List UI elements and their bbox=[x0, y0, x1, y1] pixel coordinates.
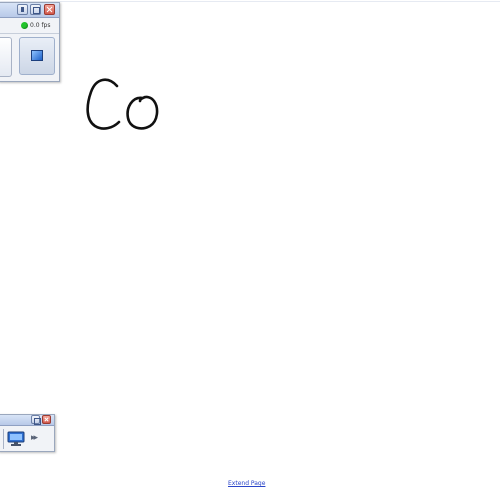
bottom-toolbar-titlebar[interactable] bbox=[0, 415, 54, 426]
close-icon[interactable] bbox=[44, 4, 55, 15]
recorder-titlebar[interactable] bbox=[0, 3, 59, 18]
bottom-toolbar-window[interactable]: ▸▸ bbox=[0, 414, 55, 452]
top-border-line bbox=[0, 1, 500, 2]
monitor-icon[interactable] bbox=[7, 431, 25, 447]
bottom-toolbar-edge bbox=[0, 429, 4, 449]
recorder-status-row: 0.0 fps bbox=[0, 19, 59, 34]
restore-icon[interactable] bbox=[31, 415, 41, 425]
fps-readout: 0.0 fps bbox=[30, 22, 51, 29]
recorder-toolbar-window[interactable]: 0.0 fps bbox=[0, 2, 60, 82]
screen-capture-icon bbox=[31, 50, 43, 61]
recording-status-icon bbox=[21, 22, 28, 29]
restore-icon[interactable] bbox=[30, 4, 41, 15]
double-chevron-right-icon[interactable]: ▸▸ bbox=[31, 433, 38, 443]
screen-capture-button[interactable] bbox=[19, 37, 55, 75]
recorder-left-button[interactable] bbox=[0, 37, 12, 77]
close-icon[interactable] bbox=[42, 415, 51, 424]
whiteboard-canvas[interactable] bbox=[0, 0, 500, 500]
pin-icon[interactable] bbox=[17, 4, 28, 15]
extend-page-link[interactable]: Extend Page bbox=[228, 480, 265, 488]
